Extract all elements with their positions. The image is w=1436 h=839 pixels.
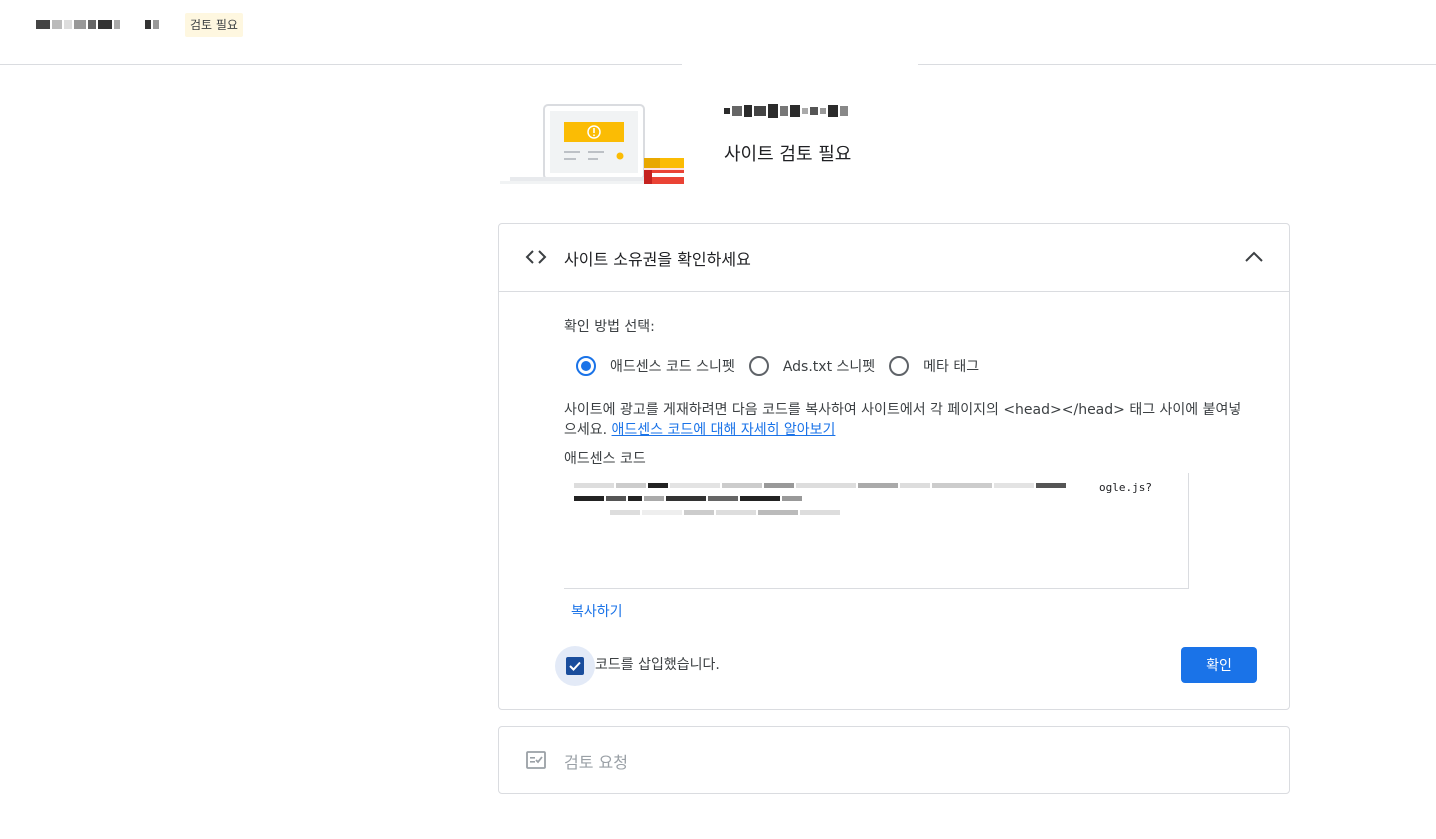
review-request-card[interactable]: 검토 요청 xyxy=(498,726,1290,794)
chevron-up-icon[interactable] xyxy=(1243,246,1265,268)
instructions: 사이트에 광고를 게재하려면 다음 코드를 복사하여 사이트에서 각 페이지의 … xyxy=(564,402,1242,438)
code-label: 애드센스 코드 xyxy=(564,451,646,467)
review-request-title: 검토 요청 xyxy=(564,753,628,772)
radio-button[interactable] xyxy=(748,356,769,376)
top-bar: 검토 필요 xyxy=(0,0,1436,65)
code-inserted-checkbox[interactable] xyxy=(555,646,595,686)
radio-button[interactable] xyxy=(576,356,596,376)
copy-button[interactable]: 복사하기 xyxy=(571,601,623,621)
method-radio-group: 애드센스 코드 스니펫 Ads.txt 스니펫 메타 태그 xyxy=(576,356,993,376)
card-title: 사이트 소유권을 확인하세요 xyxy=(564,250,751,269)
learn-more-link[interactable]: 애드센스 코드에 대해 자세히 알아보기 xyxy=(612,422,836,438)
checkbox-label: 코드를 삽입했습니다. xyxy=(595,657,720,673)
radio-button[interactable] xyxy=(889,356,910,376)
radio-meta-tag[interactable]: 메타 태그 xyxy=(889,356,979,376)
radio-adsense-snippet[interactable]: 애드센스 코드 스니펫 xyxy=(576,356,735,376)
radio-ads-txt[interactable]: Ads.txt 스니펫 xyxy=(748,356,875,376)
status-badge: 검토 필요 xyxy=(185,13,243,37)
code-fragment: ogle.js? xyxy=(1099,481,1152,494)
code-icon xyxy=(525,246,547,268)
site-id-redacted xyxy=(145,20,159,29)
confirm-button[interactable]: 확인 xyxy=(1181,647,1257,683)
verify-ownership-card: 사이트 소유권을 확인하세요 확인 방법 선택: 애드센스 코드 스니펫 Ads… xyxy=(498,223,1290,710)
site-review-illustration xyxy=(500,100,685,186)
site-url-redacted xyxy=(724,104,848,118)
page-title: 사이트 검토 필요 xyxy=(724,144,852,165)
adsense-code-box[interactable]: ogle.js? xyxy=(564,473,1189,589)
review-checklist-icon xyxy=(525,749,547,771)
site-name-redacted xyxy=(36,20,120,29)
method-label: 확인 방법 선택: xyxy=(564,319,655,335)
checkmark-icon xyxy=(566,657,584,675)
card-header[interactable]: 사이트 소유권을 확인하세요 xyxy=(499,224,1289,292)
